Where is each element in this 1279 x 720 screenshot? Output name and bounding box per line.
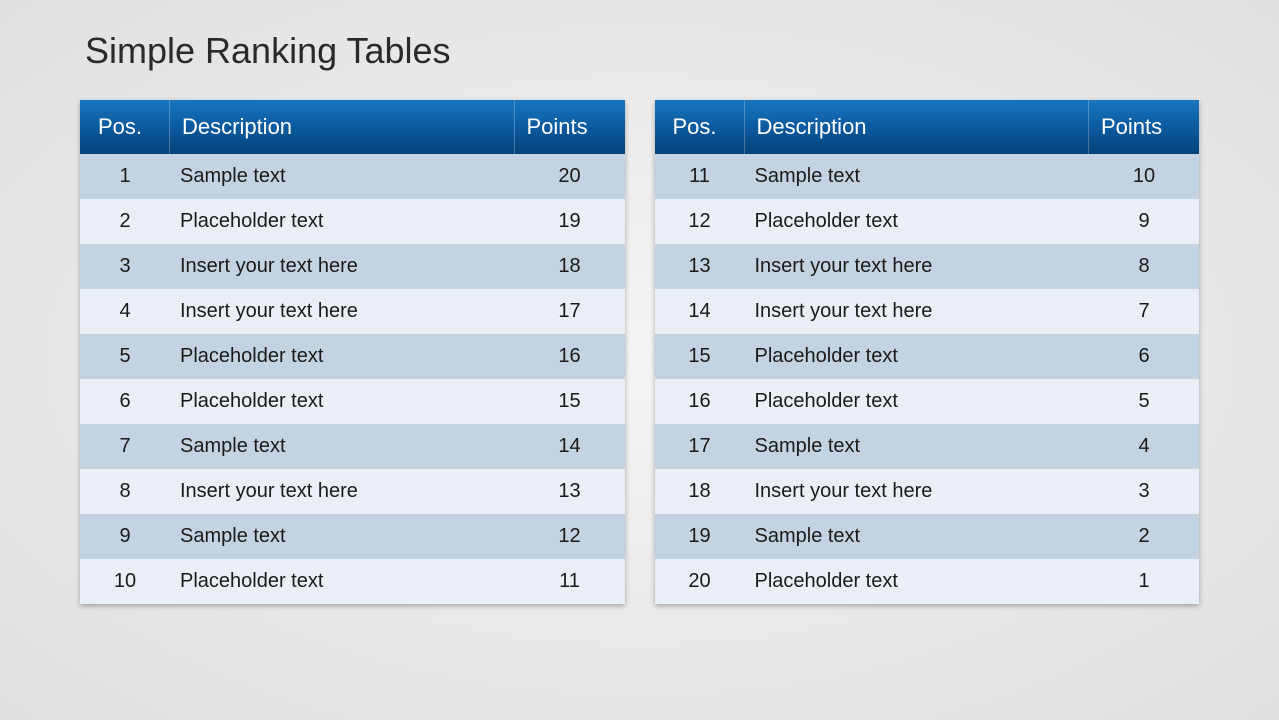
table-row: 9Sample text12	[80, 514, 625, 559]
table-body: 11Sample text10 12Placeholder text9 13In…	[655, 154, 1200, 604]
cell-desc: Insert your text here	[745, 289, 1090, 334]
header-points: Points	[1089, 100, 1199, 154]
table-row: 13Insert your text here8	[655, 244, 1200, 289]
cell-desc: Placeholder text	[745, 559, 1090, 604]
cell-pos: 15	[655, 334, 745, 379]
header-desc: Description	[170, 100, 515, 154]
cell-desc: Sample text	[170, 154, 515, 199]
cell-points: 10	[1089, 154, 1199, 199]
cell-points: 6	[1089, 334, 1199, 379]
cell-points: 19	[515, 199, 625, 244]
table-row: 4Insert your text here17	[80, 289, 625, 334]
cell-points: 17	[515, 289, 625, 334]
cell-pos: 12	[655, 199, 745, 244]
table-header: Pos. Description Points	[80, 100, 625, 154]
cell-points: 1	[1089, 559, 1199, 604]
cell-pos: 19	[655, 514, 745, 559]
cell-points: 12	[515, 514, 625, 559]
cell-pos: 10	[80, 559, 170, 604]
table-row: 1Sample text20	[80, 154, 625, 199]
cell-points: 9	[1089, 199, 1199, 244]
cell-desc: Sample text	[170, 424, 515, 469]
cell-points: 7	[1089, 289, 1199, 334]
table-row: 7Sample text14	[80, 424, 625, 469]
cell-desc: Sample text	[745, 514, 1090, 559]
cell-desc: Placeholder text	[745, 379, 1090, 424]
cell-pos: 18	[655, 469, 745, 514]
cell-desc: Insert your text here	[170, 244, 515, 289]
table-header: Pos. Description Points	[655, 100, 1200, 154]
table-row: 15Placeholder text6	[655, 334, 1200, 379]
cell-points: 20	[515, 154, 625, 199]
cell-desc: Placeholder text	[170, 379, 515, 424]
ranking-table-right: Pos. Description Points 11Sample text10 …	[655, 100, 1200, 604]
cell-pos: 11	[655, 154, 745, 199]
cell-desc: Insert your text here	[745, 469, 1090, 514]
cell-pos: 8	[80, 469, 170, 514]
cell-pos: 20	[655, 559, 745, 604]
cell-desc: Placeholder text	[745, 199, 1090, 244]
table-row: 3Insert your text here18	[80, 244, 625, 289]
page-title: Simple Ranking Tables	[85, 30, 1199, 72]
cell-pos: 14	[655, 289, 745, 334]
cell-pos: 13	[655, 244, 745, 289]
tables-container: Pos. Description Points 1Sample text20 2…	[80, 100, 1199, 604]
cell-desc: Placeholder text	[170, 559, 515, 604]
cell-points: 14	[515, 424, 625, 469]
cell-points: 16	[515, 334, 625, 379]
cell-desc: Placeholder text	[170, 199, 515, 244]
header-pos: Pos.	[655, 100, 745, 154]
table-row: 2Placeholder text19	[80, 199, 625, 244]
cell-desc: Sample text	[745, 154, 1090, 199]
table-body: 1Sample text20 2Placeholder text19 3Inse…	[80, 154, 625, 604]
table-row: 5Placeholder text16	[80, 334, 625, 379]
cell-desc: Sample text	[170, 514, 515, 559]
cell-pos: 5	[80, 334, 170, 379]
table-row: 11Sample text10	[655, 154, 1200, 199]
cell-points: 11	[515, 559, 625, 604]
table-row: 6Placeholder text15	[80, 379, 625, 424]
cell-pos: 16	[655, 379, 745, 424]
cell-points: 18	[515, 244, 625, 289]
cell-desc: Insert your text here	[745, 244, 1090, 289]
cell-points: 2	[1089, 514, 1199, 559]
table-row: 8Insert your text here13	[80, 469, 625, 514]
cell-desc: Insert your text here	[170, 289, 515, 334]
cell-pos: 9	[80, 514, 170, 559]
cell-points: 4	[1089, 424, 1199, 469]
table-row: 16Placeholder text5	[655, 379, 1200, 424]
table-row: 18Insert your text here3	[655, 469, 1200, 514]
header-desc: Description	[745, 100, 1090, 154]
cell-desc: Placeholder text	[745, 334, 1090, 379]
header-points: Points	[515, 100, 625, 154]
cell-points: 13	[515, 469, 625, 514]
cell-points: 5	[1089, 379, 1199, 424]
cell-points: 3	[1089, 469, 1199, 514]
cell-pos: 1	[80, 154, 170, 199]
cell-desc: Insert your text here	[170, 469, 515, 514]
table-row: 17Sample text4	[655, 424, 1200, 469]
cell-pos: 4	[80, 289, 170, 334]
header-pos: Pos.	[80, 100, 170, 154]
cell-pos: 2	[80, 199, 170, 244]
table-row: 20Placeholder text1	[655, 559, 1200, 604]
cell-desc: Sample text	[745, 424, 1090, 469]
table-row: 10Placeholder text11	[80, 559, 625, 604]
cell-desc: Placeholder text	[170, 334, 515, 379]
cell-pos: 3	[80, 244, 170, 289]
table-row: 19Sample text2	[655, 514, 1200, 559]
cell-points: 15	[515, 379, 625, 424]
table-row: 14Insert your text here7	[655, 289, 1200, 334]
cell-points: 8	[1089, 244, 1199, 289]
cell-pos: 17	[655, 424, 745, 469]
ranking-table-left: Pos. Description Points 1Sample text20 2…	[80, 100, 625, 604]
cell-pos: 6	[80, 379, 170, 424]
cell-pos: 7	[80, 424, 170, 469]
table-row: 12Placeholder text9	[655, 199, 1200, 244]
